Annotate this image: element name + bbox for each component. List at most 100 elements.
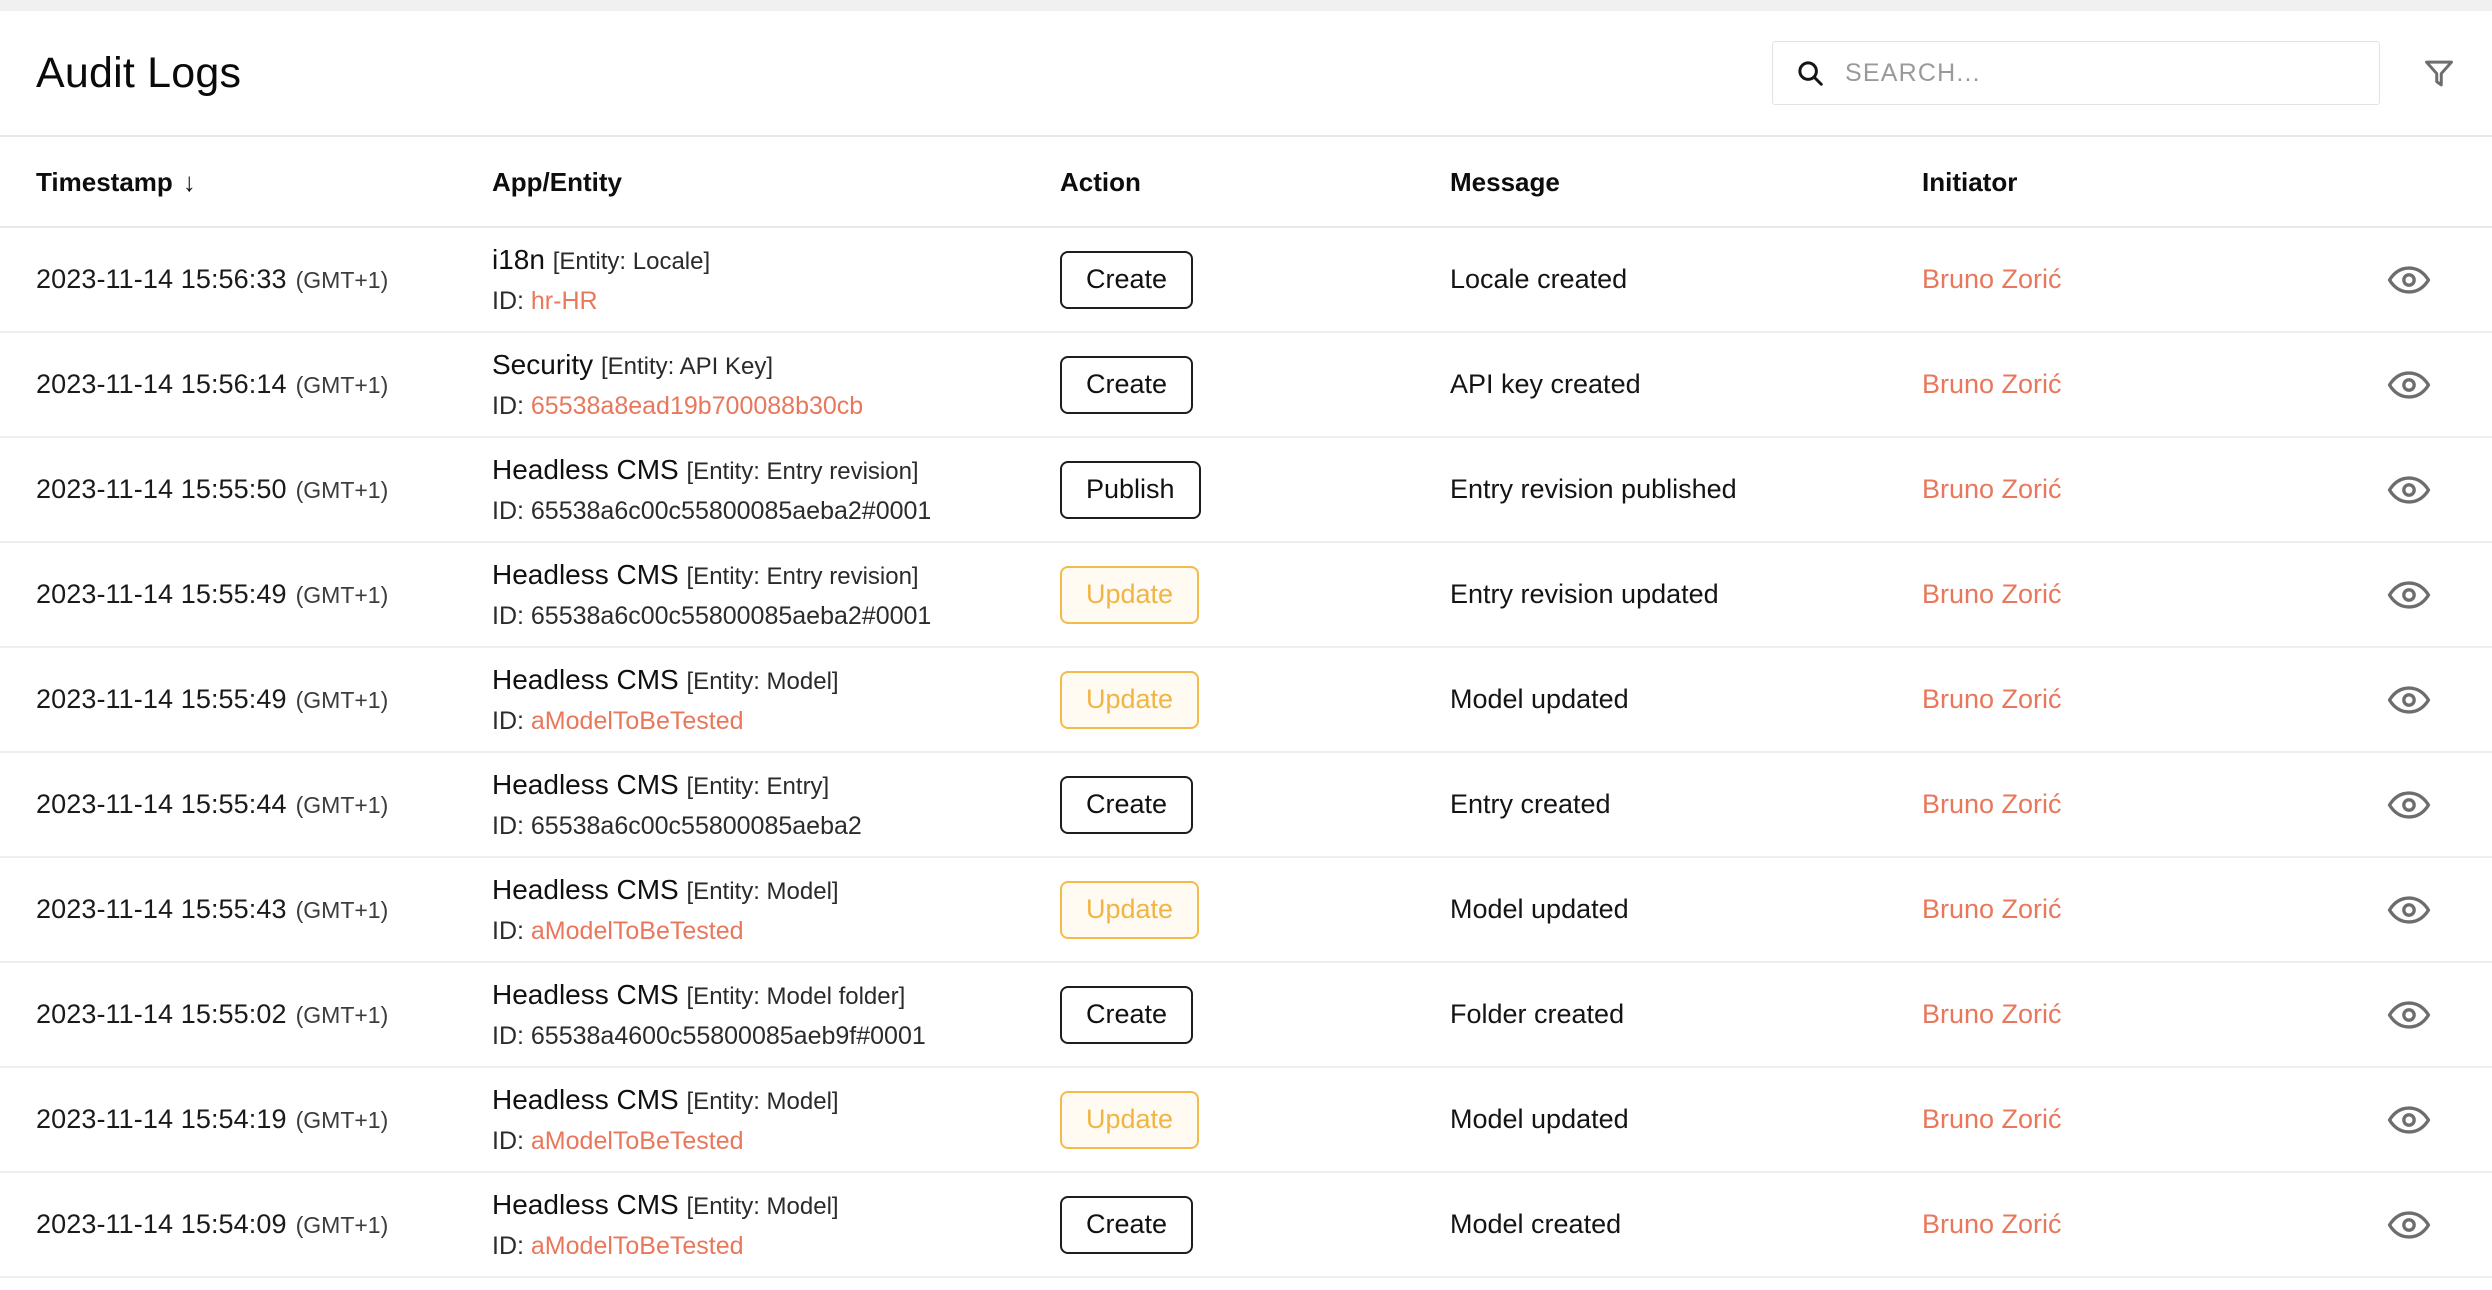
initiator-link[interactable]: Bruno Zorić xyxy=(1922,369,2062,399)
view-details-button[interactable] xyxy=(2381,678,2437,722)
cell-initiator: Bruno Zorić xyxy=(1916,1067,2326,1172)
action-badge-publish[interactable]: Publish xyxy=(1060,460,1201,519)
action-badge-create[interactable]: Create xyxy=(1060,250,1194,309)
message-text: Entry revision updated xyxy=(1450,579,1719,609)
view-details-button[interactable] xyxy=(2381,468,2437,512)
action-badge-create[interactable]: Create xyxy=(1060,775,1194,834)
table-row[interactable]: 2023-11-14 15:55:49 (GMT+1) Headless CMS [… xyxy=(0,542,2492,647)
view-details-button[interactable] xyxy=(2381,1203,2437,1247)
eye-icon xyxy=(2387,265,2431,294)
cell-action: Update xyxy=(1046,1067,1446,1172)
cell-timestamp: 2023-11-14 15:54:09 (GMT+1) xyxy=(0,1172,486,1277)
timestamp-timezone: (GMT+1) xyxy=(295,372,389,398)
entity-id-value: 65538a6c00c55800085aeba2#0001 xyxy=(530,601,932,630)
action-badge-create[interactable]: Create xyxy=(1060,985,1194,1044)
initiator-link[interactable]: Bruno Zorić xyxy=(1922,474,2062,504)
cell-app-entity: Headless CMS [Entity: Model folder] ID: 6… xyxy=(486,962,1046,1067)
cell-action: Create xyxy=(1046,752,1446,857)
column-header-action[interactable]: Action xyxy=(1046,137,1446,228)
view-details-button[interactable] xyxy=(2381,258,2437,302)
cell-timestamp: 2023-11-14 15:55:43 (GMT+1) xyxy=(0,857,486,962)
column-header-timestamp[interactable]: Timestamp ↓ xyxy=(0,137,486,228)
search-box[interactable] xyxy=(1772,41,2380,105)
entity-id-value[interactable]: aModelToBeTested xyxy=(531,1127,744,1155)
message-text: Model updated xyxy=(1450,1104,1629,1134)
entity-id-value[interactable]: 65538a8ead19b700088b30cb xyxy=(531,392,863,420)
entity-type: [Entity: Locale] xyxy=(552,247,711,275)
entity-type: [Entity: Model] xyxy=(686,1192,839,1220)
action-badge-update[interactable]: Update xyxy=(1060,670,1200,729)
entity-id-value: 65538a4600c55800085aeb9f#0001 xyxy=(530,1021,926,1050)
table-row[interactable]: 2023-11-14 15:56:33 (GMT+1) i18n [Entity: … xyxy=(0,227,2492,332)
entity-type: [Entity: Entry revision] xyxy=(686,457,919,485)
initiator-link[interactable]: Bruno Zorić xyxy=(1922,1209,2062,1239)
initiator-link[interactable]: Bruno Zorić xyxy=(1922,894,2062,924)
cell-message: Locale created xyxy=(1446,227,1916,332)
search-input[interactable] xyxy=(1845,58,2357,88)
timestamp-value: 2023-11-14 15:55:44 xyxy=(36,789,287,819)
cell-initiator: Bruno Zorić xyxy=(1916,962,2326,1067)
view-details-button[interactable] xyxy=(2381,783,2437,827)
cell-view xyxy=(2326,542,2492,647)
action-badge-update[interactable]: Update xyxy=(1060,1090,1200,1149)
message-text: Entry created xyxy=(1450,789,1611,819)
cell-timestamp: 2023-11-14 15:56:14 (GMT+1) xyxy=(0,332,486,437)
initiator-link[interactable]: Bruno Zorić xyxy=(1922,789,2062,819)
entity-id-value[interactable]: aModelToBeTested xyxy=(531,707,744,735)
sort-descending-icon[interactable]: ↓ xyxy=(183,167,196,198)
app-name: Headless CMS xyxy=(492,558,679,590)
cell-timestamp: 2023-11-14 15:55:49 (GMT+1) xyxy=(0,647,486,752)
view-details-button[interactable] xyxy=(2381,888,2437,932)
view-details-button[interactable] xyxy=(2381,363,2437,407)
timestamp-timezone: (GMT+1) xyxy=(295,1107,389,1133)
cell-message: Model created xyxy=(1446,1172,1916,1277)
table-row[interactable]: 2023-11-14 15:56:14 (GMT+1) Security [Enti… xyxy=(0,332,2492,437)
filter-button[interactable] xyxy=(2414,48,2464,98)
eye-icon xyxy=(2387,790,2431,819)
initiator-link[interactable]: Bruno Zorić xyxy=(1922,1104,2062,1134)
app-name: Headless CMS xyxy=(492,978,679,1010)
cell-initiator: Bruno Zorić xyxy=(1916,752,2326,857)
table-row[interactable]: 2023-11-14 15:55:43 (GMT+1) Headless CMS [… xyxy=(0,857,2492,962)
timestamp-timezone: (GMT+1) xyxy=(295,582,389,608)
view-details-button[interactable] xyxy=(2381,1098,2437,1142)
initiator-link[interactable]: Bruno Zorić xyxy=(1922,999,2062,1029)
action-badge-create[interactable]: Create xyxy=(1060,1195,1194,1254)
cell-message: Entry created xyxy=(1446,752,1916,857)
cell-view xyxy=(2326,1172,2492,1277)
entity-id-value[interactable]: aModelToBeTested xyxy=(531,917,744,945)
entity-id-label: ID: xyxy=(492,601,524,630)
entity-id-label: ID: xyxy=(492,496,524,525)
table-body: 2023-11-14 15:56:33 (GMT+1) i18n [Entity: … xyxy=(0,227,2492,1277)
message-text: Entry revision published xyxy=(1450,474,1737,504)
table-row[interactable]: 2023-11-14 15:54:09 (GMT+1) Headless CMS [… xyxy=(0,1172,2492,1277)
table-row[interactable]: 2023-11-14 15:55:44 (GMT+1) Headless CMS [… xyxy=(0,752,2492,857)
table-row[interactable]: 2023-11-14 15:55:02 (GMT+1) Headless CMS [… xyxy=(0,962,2492,1067)
initiator-link[interactable]: Bruno Zorić xyxy=(1922,579,2062,609)
initiator-link[interactable]: Bruno Zorić xyxy=(1922,264,2062,294)
eye-icon xyxy=(2387,1105,2431,1134)
view-details-button[interactable] xyxy=(2381,573,2437,617)
entity-id-value[interactable]: hr-HR xyxy=(531,287,598,315)
action-badge-update[interactable]: Update xyxy=(1060,565,1200,624)
view-details-button[interactable] xyxy=(2381,993,2437,1037)
message-text: Folder created xyxy=(1450,999,1625,1029)
action-badge-create[interactable]: Create xyxy=(1060,355,1194,414)
action-badge-update[interactable]: Update xyxy=(1060,880,1200,939)
cell-message: API key created xyxy=(1446,332,1916,437)
message-text: Model updated xyxy=(1450,684,1629,714)
table-row[interactable]: 2023-11-14 15:55:50 (GMT+1) Headless CMS [… xyxy=(0,437,2492,542)
table-row[interactable]: 2023-11-14 15:55:49 (GMT+1) Headless CMS [… xyxy=(0,647,2492,752)
cell-action: Update xyxy=(1046,542,1446,647)
app-name: Security xyxy=(492,348,594,380)
column-header-message[interactable]: Message xyxy=(1446,137,1916,228)
table-row[interactable]: 2023-11-14 15:54:19 (GMT+1) Headless CMS [… xyxy=(0,1067,2492,1172)
cell-view xyxy=(2326,647,2492,752)
column-header-app-entity[interactable]: App/Entity xyxy=(486,137,1046,228)
column-header-initiator[interactable]: Initiator xyxy=(1916,137,2326,228)
cell-initiator: Bruno Zorić xyxy=(1916,227,2326,332)
cell-view xyxy=(2326,857,2492,962)
entity-id-value[interactable]: aModelToBeTested xyxy=(531,1232,744,1260)
initiator-link[interactable]: Bruno Zorić xyxy=(1922,684,2062,714)
timestamp-timezone: (GMT+1) xyxy=(295,792,389,818)
